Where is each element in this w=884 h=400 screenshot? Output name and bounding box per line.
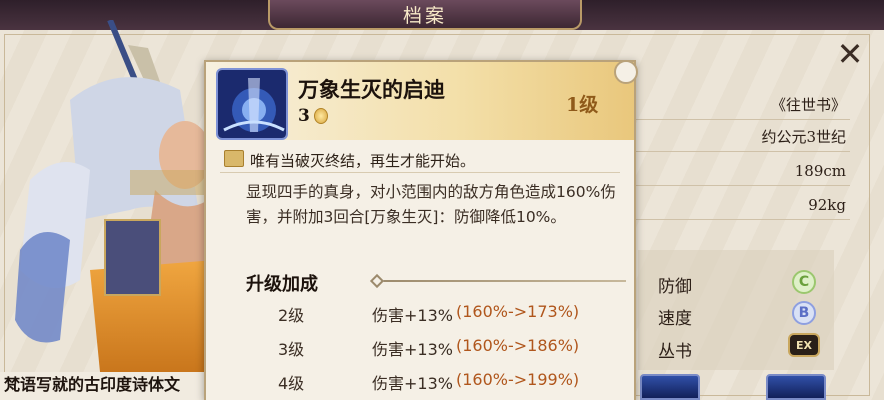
character-portrait: [10, 18, 220, 372]
ornament-icon: [614, 60, 638, 84]
attr-label-series: 丛书: [658, 342, 692, 362]
skill-name: 万象生灭的启迪: [298, 77, 445, 102]
skill-level: 1级: [566, 94, 599, 116]
upgrade-effect: 伤害+13%: [372, 374, 453, 393]
page-title: 档案: [268, 0, 582, 30]
skill-description: 显现四手的真身，对小范围内的敌方角色造成160%伤害，并附加3回合[万象生灭]：…: [246, 183, 616, 226]
skill-thumb-2[interactable]: [766, 374, 826, 400]
upgrade-divider: [376, 280, 626, 282]
attr-label-speed: 速度: [658, 309, 692, 329]
upgrade-level: 3级: [278, 340, 305, 359]
upgrade-title: 升级加成: [246, 274, 318, 295]
upgrade-effect: 伤害+13%: [372, 340, 453, 359]
upgrade-range: (160%->173%): [456, 302, 580, 321]
skill-card: 万象生灭的启迪 3 1级 唯有当破灭终结，再生才能开始。 显现四手的真身，对小范…: [204, 60, 638, 400]
rank-badge-defense: C: [792, 270, 816, 294]
profile-era: 约公元3世纪: [630, 122, 850, 152]
upgrade-level: 2级: [278, 306, 305, 325]
divider: [220, 172, 620, 173]
coin-icon: [314, 108, 328, 124]
skill-quote: 唯有当破灭终结，再生才能开始。: [250, 152, 476, 170]
upgrade-row: 2级 伤害+13% (160%->173%): [206, 302, 634, 332]
skill-icon: [216, 68, 288, 140]
skill-thumb-1[interactable]: [640, 374, 700, 400]
profile-height: 189cm: [630, 156, 850, 186]
character-caption: 梵语写就的古印度诗体文: [0, 372, 215, 400]
upgrade-row: 4级 伤害+13% (160%->199%): [206, 370, 634, 400]
profile-source: 《往世书》: [630, 90, 850, 120]
book-icon: [224, 150, 244, 167]
upgrade-range: (160%->199%): [456, 370, 580, 389]
profile-weight: 92kg: [630, 190, 850, 220]
rank-badge-speed: B: [792, 301, 816, 325]
upgrade-effect: 伤害+13%: [372, 306, 453, 325]
upgrade-diamond-icon: [369, 273, 385, 289]
rank-badge-series: EX: [788, 333, 820, 357]
upgrade-range: (160%->186%): [456, 336, 580, 355]
upgrade-row: 3级 伤害+13% (160%->186%): [206, 336, 634, 366]
attr-label-defense: 防御: [658, 277, 692, 297]
upgrade-level: 4级: [278, 374, 305, 393]
close-icon[interactable]: ✕: [832, 36, 868, 72]
skill-cost: 3: [298, 106, 310, 126]
